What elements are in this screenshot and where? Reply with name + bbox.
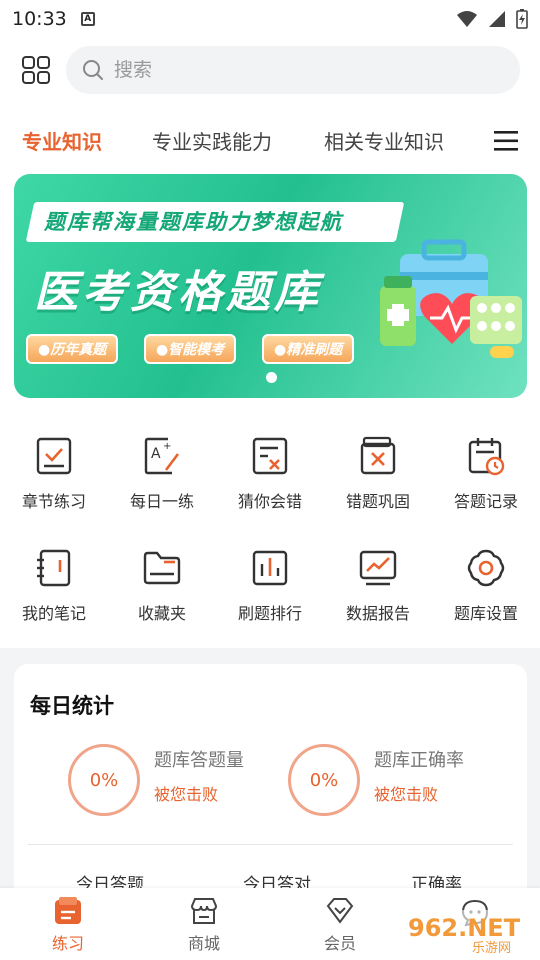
feature-favorites[interactable]: 收藏夹 — [108, 548, 216, 624]
feature-label: 猜你会错 — [237, 492, 302, 511]
mall-nav-icon — [190, 898, 218, 924]
accuracy-label: 题库正确率 — [374, 750, 464, 771]
daily-stats-card: 每日统计 0% 题库答题量 被您击败 0% 题库正确率 被您击败 今日答题 今日… — [14, 664, 527, 924]
banner-headline: 医考资格题库 — [34, 267, 322, 318]
nav-member[interactable]: 会员 — [290, 896, 390, 954]
feature-notes[interactable]: 我的笔记 — [0, 548, 108, 624]
nav-label: 商城 — [187, 934, 220, 953]
signal-icon — [489, 11, 505, 27]
nav-label: 练习 — [51, 934, 84, 953]
feature-label: 刷题排行 — [237, 604, 302, 623]
accuracy-sub: 被您击败 — [374, 785, 439, 804]
answer-volume-sub: 被您击败 — [154, 785, 219, 804]
answer-record-icon — [468, 438, 505, 476]
feature-label: 每日一练 — [129, 492, 194, 511]
svg-text:+: + — [163, 441, 171, 452]
practice-nav-icon — [55, 897, 81, 924]
banner-chip-mock: ●智能模考 — [144, 334, 237, 364]
daily-practice-icon: A + — [144, 437, 180, 475]
feature-answer-record[interactable]: 答题记录 — [432, 436, 540, 512]
status-bar: 10:33 A — [0, 0, 540, 38]
feature-label: 题库设置 — [453, 604, 518, 623]
search-icon — [83, 60, 103, 80]
settings-icon — [467, 549, 505, 587]
chapter-practice-icon — [36, 437, 72, 475]
svg-text:A: A — [151, 446, 161, 462]
tab-related-knowledge[interactable]: 相关专业知识 — [324, 126, 444, 155]
feature-data-report[interactable]: 数据报告 — [324, 548, 432, 624]
nav-label: 会员 — [323, 934, 356, 953]
search-input[interactable] — [114, 59, 494, 81]
promo-banner[interactable]: 题库帮海量题库助力梦想起航 医考资格题库 ●历年真题 ●智能模考 ●精准刷题 — [14, 174, 527, 398]
app-screen: { "status": { "time": "10:33", "badge": … — [0, 0, 540, 960]
ranking-icon — [252, 550, 288, 586]
watermark-sub: 乐游网 — [472, 941, 511, 956]
banner-chip-history: ●历年真题 — [26, 334, 119, 364]
answer-volume-ring: 0% — [68, 744, 140, 816]
medical-kit-illustration — [380, 239, 522, 358]
header: 专业知识 专业实践能力 相关专业知识 题库帮海量题库助力梦想起航 医考资格题库 … — [0, 38, 540, 398]
banner-chip-practice: ●精准刷题 — [262, 334, 355, 364]
feature-label: 我的笔记 — [21, 604, 86, 623]
feature-ranking[interactable]: 刷题排行 — [216, 548, 324, 624]
feature-daily-practice[interactable]: A + 每日一练 — [108, 436, 216, 512]
accessibility-badge-icon: A — [80, 12, 95, 26]
feature-guess-wrong[interactable]: 猜你会错 — [216, 436, 324, 512]
nav-practice[interactable]: 练习 — [18, 896, 118, 954]
feature-label: 章节练习 — [21, 492, 86, 511]
status-time: 10:33 — [12, 8, 67, 30]
search-bar[interactable] — [66, 46, 520, 94]
feature-wrong-review[interactable]: 错题巩固 — [324, 436, 432, 512]
tab-practice-ability[interactable]: 专业实践能力 — [152, 126, 272, 155]
feature-settings[interactable]: 题库设置 — [432, 548, 540, 624]
banner-pager-dot[interactable] — [266, 372, 277, 383]
stats-title: 每日统计 — [30, 694, 114, 718]
answer-volume-label: 题库答题量 — [154, 750, 244, 771]
category-grid-icon[interactable] — [22, 56, 50, 84]
battery-icon — [516, 9, 528, 29]
accuracy-ring: 0% — [288, 744, 360, 816]
data-report-icon — [359, 550, 397, 586]
subject-tabs: 专业知识 专业实践能力 相关专业知识 — [0, 126, 540, 162]
favorites-icon — [143, 551, 181, 585]
site-watermark: 962.NET 乐游网 — [400, 906, 534, 956]
feature-label: 答题记录 — [453, 492, 518, 511]
feature-label: 收藏夹 — [137, 604, 186, 623]
wifi-icon — [457, 11, 477, 27]
feature-chapter-practice[interactable]: 章节练习 — [0, 436, 108, 512]
banner-ribbon-text: 题库帮海量题库助力梦想起航 — [44, 210, 343, 234]
feature-label: 错题巩固 — [345, 492, 410, 511]
stats-divider — [28, 844, 513, 845]
tab-professional-knowledge[interactable]: 专业知识 — [22, 126, 102, 155]
menu-icon[interactable] — [494, 130, 518, 152]
search-row — [0, 44, 540, 94]
feature-label: 数据报告 — [345, 604, 410, 623]
guess-wrong-icon — [252, 437, 288, 475]
member-diamond-icon — [326, 898, 354, 924]
wrong-review-icon — [360, 436, 396, 475]
watermark-text: 962.NET — [408, 914, 521, 942]
notes-icon — [37, 549, 71, 587]
nav-mall[interactable]: 商城 — [154, 896, 254, 954]
status-icons — [456, 9, 528, 29]
feature-grid: 章节练习 A + 每日一练 猜你会错 错题巩固 答题记录 我的笔记 收藏夹 刷题… — [0, 398, 540, 648]
